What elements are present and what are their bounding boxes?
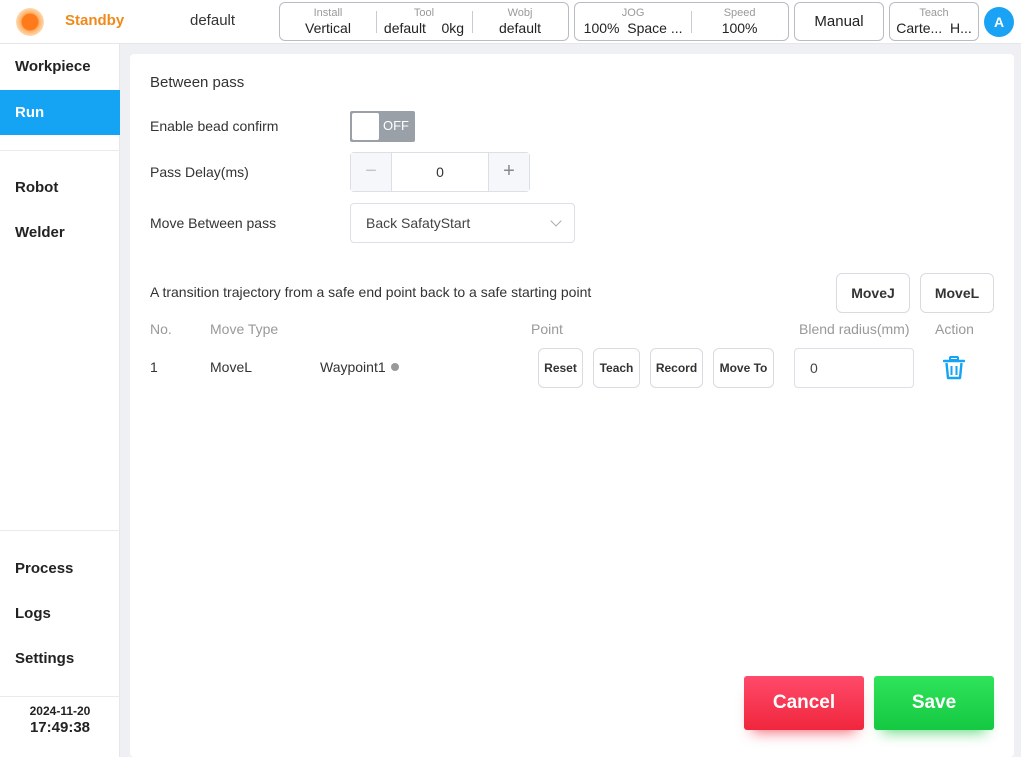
section-title: Between pass	[150, 74, 245, 91]
sidebar: Workpiece Run Robot Welder Process Logs …	[0, 44, 120, 757]
sidebar-item-process[interactable]: Process	[0, 546, 120, 591]
cancel-button[interactable]: Cancel	[744, 676, 864, 730]
increment-button[interactable]: +	[488, 153, 529, 191]
jog-speed-panel[interactable]: JOG 100% Space ... Speed 100%	[574, 2, 789, 41]
wobj-cell[interactable]: Wobj default	[472, 3, 568, 40]
speed-cell[interactable]: Speed 100%	[691, 3, 788, 40]
teach-label: Teach	[919, 7, 949, 19]
project-name: default	[190, 12, 236, 29]
manual-mode-button[interactable]: Manual	[794, 2, 884, 41]
blend-radius-input[interactable]: 0	[794, 348, 914, 388]
top-bar: Standby default Install Vertical Tool de…	[0, 0, 1021, 44]
decrement-button[interactable]: −	[351, 153, 392, 191]
clock-time: 17:49:38	[29, 719, 91, 736]
config-panel[interactable]: Install Vertical Tool default 0kg Wobj d…	[279, 2, 569, 41]
col-header-move-type: Move Type	[210, 321, 279, 337]
move-to-button[interactable]: Move To	[713, 348, 774, 388]
col-header-action: Action	[935, 321, 974, 337]
wobj-label: Wobj	[507, 7, 533, 19]
sidebar-item-settings[interactable]: Settings	[0, 636, 120, 681]
tool-value: default 0kg	[376, 19, 472, 37]
add-movel-button[interactable]: MoveL	[920, 273, 994, 313]
jog-percent: 100%	[583, 20, 620, 36]
row-no: 1	[150, 359, 158, 375]
user-avatar[interactable]: A	[984, 7, 1014, 37]
reset-button[interactable]: Reset	[538, 348, 583, 388]
bead-confirm-toggle[interactable]: OFF	[350, 111, 415, 142]
wobj-value: default	[498, 20, 542, 36]
bead-confirm-label: Enable bead confirm	[150, 118, 279, 134]
teach-panel[interactable]: Teach Carte... H...	[889, 2, 979, 41]
teach-mode: H...	[949, 20, 972, 36]
sidebar-divider	[0, 530, 120, 531]
sidebar-item-run[interactable]: Run	[0, 90, 120, 135]
move-between-select[interactable]: Back SafatyStart	[350, 203, 575, 243]
install-value: Vertical	[305, 20, 351, 36]
trash-icon[interactable]	[943, 356, 965, 380]
install-label: Install	[313, 7, 343, 19]
jog-mode: Space ...	[627, 20, 683, 36]
sidebar-divider	[0, 150, 120, 151]
row-waypoint: Waypoint1	[320, 359, 399, 375]
record-button[interactable]: Record	[650, 348, 703, 388]
sidebar-item-logs[interactable]: Logs	[0, 591, 120, 636]
tool-cell[interactable]: Tool default 0kg	[376, 3, 472, 40]
main-panel: Between pass Enable bead confirm OFF Pas…	[130, 54, 1014, 757]
tool-load: 0kg	[441, 20, 465, 36]
sidebar-item-robot[interactable]: Robot	[0, 165, 120, 210]
sidebar-item-welder[interactable]: Welder	[0, 210, 120, 255]
install-cell[interactable]: Install Vertical	[280, 3, 376, 40]
trajectory-description: A transition trajectory from a safe end …	[150, 284, 592, 300]
waypoint-name: Waypoint1	[320, 359, 386, 375]
speed-label: Speed	[723, 7, 756, 19]
add-movej-button[interactable]: MoveJ	[836, 273, 910, 313]
pass-delay-stepper[interactable]: − 0 +	[350, 152, 530, 192]
sidebar-divider	[0, 696, 120, 697]
tool-name: default	[383, 20, 426, 36]
teach-frame: Carte...	[896, 20, 943, 36]
save-button[interactable]: Save	[874, 676, 994, 730]
toggle-knob	[352, 113, 379, 140]
waypoint-status-icon	[390, 363, 399, 371]
tool-label: Tool	[413, 7, 435, 19]
status-text: Standby	[65, 12, 125, 29]
teach-cell[interactable]: Teach Carte... H...	[890, 3, 978, 40]
toggle-state: OFF	[383, 118, 409, 133]
col-header-blend: Blend radius(mm)	[799, 321, 910, 337]
pass-delay-label: Pass Delay(ms)	[150, 164, 249, 180]
jog-value: 100% Space ...	[575, 19, 691, 37]
col-header-point: Point	[531, 321, 563, 337]
clock: 2024-11-20 17:49:38	[0, 704, 120, 736]
jog-cell[interactable]: JOG 100% Space ...	[575, 3, 691, 40]
col-header-no: No.	[150, 321, 172, 337]
status-indicator-icon	[16, 8, 44, 36]
chevron-down-icon	[550, 215, 562, 227]
speed-value: 100%	[721, 20, 758, 36]
move-between-value: Back SafatyStart	[366, 215, 471, 231]
teach-button[interactable]: Teach	[593, 348, 640, 388]
row-move-type: MoveL	[210, 359, 253, 375]
sidebar-item-workpiece[interactable]: Workpiece	[0, 44, 120, 89]
move-between-label: Move Between pass	[150, 215, 277, 231]
jog-label: JOG	[621, 7, 645, 19]
pass-delay-input[interactable]: 0	[392, 153, 488, 191]
teach-value: Carte... H...	[890, 19, 978, 37]
clock-date: 2024-11-20	[29, 704, 91, 718]
